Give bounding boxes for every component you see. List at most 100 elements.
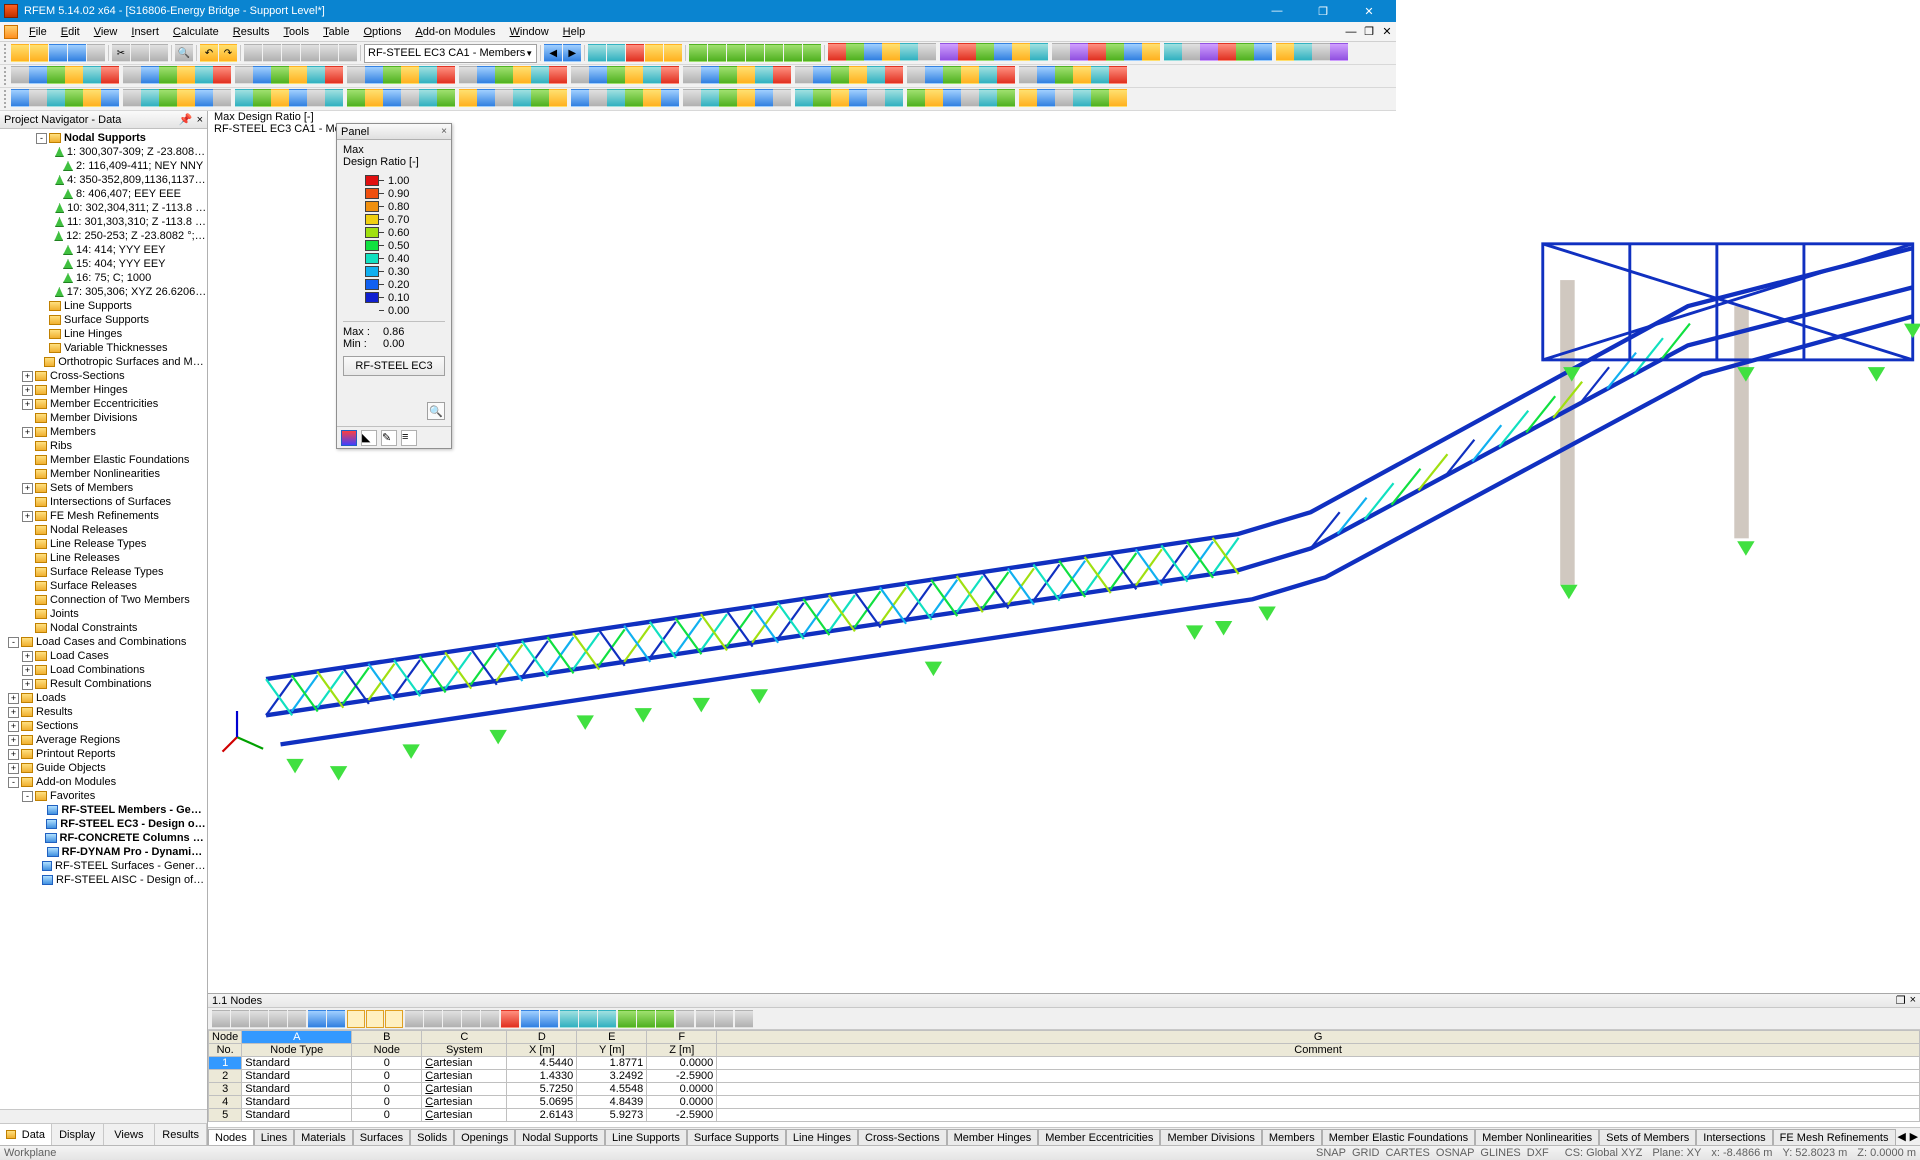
nav-prev[interactable]: ▶ — [563, 44, 581, 62]
snap-dxf[interactable]: DXF — [1527, 1147, 1549, 1159]
tb3-btn-13[interactable] — [253, 89, 271, 107]
tb2-btn-13[interactable] — [253, 66, 271, 84]
tree-item[interactable]: 17: 305,306; XYZ 26.6206,-11.17 — [0, 285, 207, 299]
new-button[interactable] — [11, 44, 29, 62]
tree-item[interactable]: +Printout Reports — [0, 747, 207, 761]
menu-edit[interactable]: Edit — [54, 24, 87, 40]
table-tool-9[interactable] — [347, 1010, 365, 1028]
table-tab-members[interactable]: Members — [1262, 1129, 1322, 1146]
tree-item[interactable]: Surface Releases — [0, 579, 207, 593]
tree-item[interactable]: -Nodal Supports — [0, 131, 207, 145]
table-tool-30[interactable] — [656, 1010, 674, 1028]
tb2-btn-47[interactable] — [885, 66, 903, 84]
model-3d-view[interactable] — [208, 135, 1920, 831]
table-tab-member-hinges[interactable]: Member Hinges — [947, 1129, 1039, 1146]
tb3-btn-48[interactable] — [907, 89, 925, 107]
tb3-btn-54[interactable] — [1019, 89, 1037, 107]
mdi-restore[interactable]: ❐ — [1360, 24, 1378, 40]
menu-results[interactable]: Results — [226, 24, 277, 40]
tree-item[interactable]: +Members — [0, 425, 207, 439]
tb3-btn-51[interactable] — [961, 89, 979, 107]
tb3-btn-11[interactable] — [213, 89, 231, 107]
tb3-btn-43[interactable] — [813, 89, 831, 107]
tb2-btn-27[interactable] — [513, 66, 531, 84]
tb2-btn-11[interactable] — [213, 66, 231, 84]
tree-item[interactable]: +FE Mesh Refinements — [0, 509, 207, 523]
table-tool-34[interactable] — [696, 1010, 714, 1028]
tb1-tail-btn-6[interactable] — [940, 43, 958, 61]
tree-item[interactable]: Member Elastic Foundations — [0, 453, 207, 467]
tb2-btn-23[interactable] — [437, 66, 455, 84]
tb3-btn-18[interactable] — [347, 89, 365, 107]
nav-tab-results[interactable]: Results — [155, 1124, 207, 1145]
snap-grid[interactable]: GRID — [1352, 1147, 1380, 1159]
table-tool-2[interactable] — [250, 1010, 268, 1028]
tb1-tail-btn-19[interactable] — [1182, 43, 1200, 61]
table-tab-cross-sections[interactable]: Cross-Sections — [858, 1129, 947, 1146]
tb3-btn-49[interactable] — [925, 89, 943, 107]
tb2-btn-55[interactable] — [1037, 66, 1055, 84]
tb3-btn-41[interactable] — [773, 89, 791, 107]
tb1-m[interactable] — [708, 44, 726, 62]
snap-osnap[interactable]: OSNAP — [1436, 1147, 1475, 1159]
tb2-btn-31[interactable] — [589, 66, 607, 84]
tb3-btn-47[interactable] — [885, 89, 903, 107]
tb1-tail-btn-13[interactable] — [1070, 43, 1088, 61]
tb1-k[interactable] — [664, 44, 682, 62]
window-minimize[interactable]: — — [1254, 0, 1300, 22]
tb3-btn-28[interactable] — [531, 89, 549, 107]
nav-tab-display[interactable]: Display — [52, 1124, 104, 1145]
table-tool-13[interactable] — [405, 1010, 423, 1028]
menu-calculate[interactable]: Calculate — [166, 24, 226, 40]
table-restore-icon[interactable]: ❐ — [1896, 994, 1906, 1007]
table-tab-member-elastic-foundations[interactable]: Member Elastic Foundations — [1322, 1129, 1475, 1146]
tree-item[interactable]: 16: 75; C; 1000 — [0, 271, 207, 285]
tb1-tail-btn-26[interactable] — [1312, 43, 1330, 61]
tb2-btn-37[interactable] — [701, 66, 719, 84]
tb2-btn-10[interactable] — [195, 66, 213, 84]
tb2-btn-35[interactable] — [661, 66, 679, 84]
tb3-btn-35[interactable] — [661, 89, 679, 107]
tb3-btn-0[interactable] — [11, 89, 29, 107]
tb1-tail-btn-16[interactable] — [1124, 43, 1142, 61]
print-button[interactable] — [87, 44, 105, 62]
tb1-f[interactable] — [339, 44, 357, 62]
tb3-btn-31[interactable] — [589, 89, 607, 107]
tb1-r[interactable] — [803, 44, 821, 62]
tb1-q[interactable] — [784, 44, 802, 62]
tb2-btn-46[interactable] — [867, 66, 885, 84]
table-tool-21[interactable] — [521, 1010, 539, 1028]
tree-item[interactable]: 15: 404; YYY EEY — [0, 257, 207, 271]
tb2-btn-26[interactable] — [495, 66, 513, 84]
tb2-btn-38[interactable] — [719, 66, 737, 84]
tb2-btn-57[interactable] — [1073, 66, 1091, 84]
tb2-btn-22[interactable] — [419, 66, 437, 84]
tree-item[interactable]: Member Divisions — [0, 411, 207, 425]
table-tab-line-hinges[interactable]: Line Hinges — [786, 1129, 858, 1146]
module-combo[interactable]: RF-STEEL EC3 CA1 - Members ▼ — [364, 44, 537, 63]
tb2-btn-40[interactable] — [755, 66, 773, 84]
table-tool-4[interactable] — [288, 1010, 306, 1028]
tb2-btn-49[interactable] — [925, 66, 943, 84]
tb1-tail-btn-10[interactable] — [1012, 43, 1030, 61]
table-tool-28[interactable] — [618, 1010, 636, 1028]
menu-help[interactable]: Help — [556, 24, 593, 40]
tb2-btn-39[interactable] — [737, 66, 755, 84]
tb3-btn-20[interactable] — [383, 89, 401, 107]
tb2-btn-56[interactable] — [1055, 66, 1073, 84]
tb2-btn-1[interactable] — [29, 66, 47, 84]
tb1-tail-btn-7[interactable] — [958, 43, 976, 61]
tb2-btn-45[interactable] — [849, 66, 867, 84]
tb2-btn-33[interactable] — [625, 66, 643, 84]
table-tool-29[interactable] — [637, 1010, 655, 1028]
tb2-btn-36[interactable] — [683, 66, 701, 84]
table-tab-materials[interactable]: Materials — [294, 1129, 353, 1146]
tree-item[interactable]: Nodal Constraints — [0, 621, 207, 635]
tb1-tail-btn-23[interactable] — [1254, 43, 1272, 61]
menu-add-on-modules[interactable]: Add-on Modules — [408, 24, 502, 40]
tb1-e[interactable] — [320, 44, 338, 62]
table-tool-35[interactable] — [715, 1010, 733, 1028]
tb2-btn-12[interactable] — [235, 66, 253, 84]
table-tab-nodal-supports[interactable]: Nodal Supports — [515, 1129, 605, 1146]
tb1-b[interactable] — [263, 44, 281, 62]
